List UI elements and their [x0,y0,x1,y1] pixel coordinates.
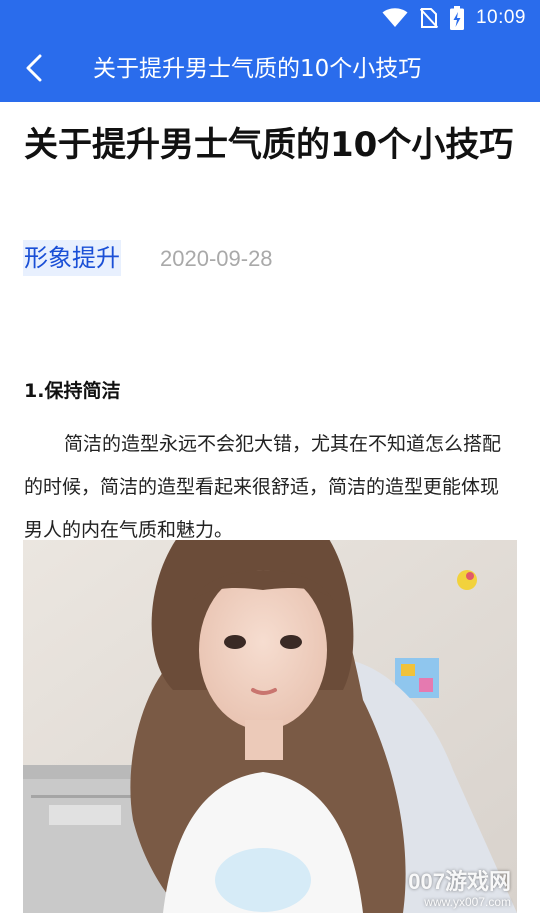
status-bar: 10:09 [0,0,540,36]
chevron-left-icon [26,54,42,82]
watermark-url: www.yx007.com [424,895,511,909]
article-title: 关于提升男士气质的10个小技巧 [24,125,514,165]
section-heading: 1.保持简洁 [24,380,121,402]
app-bar: 10:09 关于提升男士气质的10个小技巧 [0,0,540,102]
watermark: 007游戏网 www.yx007.com [408,869,511,909]
toolbar-title: 关于提升男士气质的10个小技巧 [93,56,422,82]
status-time: 10:09 [475,7,526,28]
battery-charging-icon [449,6,464,30]
category-tag[interactable]: 形象提升 [23,240,121,276]
article-paragraph: 简洁的造型永远不会犯大错，尤其在不知道怎么搭配的时候，简洁的造型看起来很舒适，简… [24,433,502,541]
status-icons: 10:09 [382,4,526,32]
wifi-icon [382,8,408,27]
article-photo: 007游戏网 www.yx007.com [23,540,517,913]
no-sim-icon [419,8,438,29]
back-button[interactable] [12,46,56,90]
toolbar: 关于提升男士气质的10个小技巧 [0,36,540,102]
watermark-title: 007游戏网 [408,869,511,894]
photo-illustration [23,540,517,913]
post-date: 2020-09-28 [160,246,273,271]
